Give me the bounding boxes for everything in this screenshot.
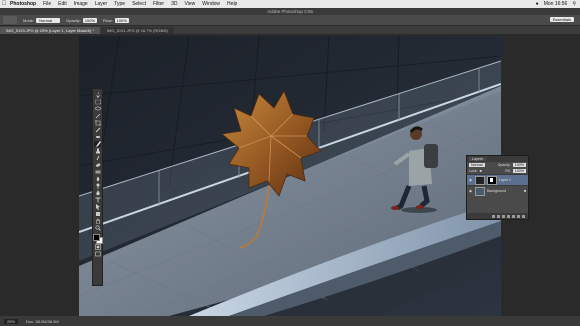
eyedropper-tool-icon[interactable] (94, 127, 101, 133)
opacity-field[interactable]: 100% (82, 17, 98, 23)
type-tool-icon[interactable] (94, 197, 101, 203)
zoom-level[interactable]: 25% (4, 318, 19, 324)
flow-field[interactable]: 100% (114, 17, 129, 23)
wifi-icon[interactable]: ● (536, 1, 539, 7)
new-group-icon[interactable] (512, 214, 515, 218)
document-tabs: IMG_5193.JPG @ 25% (Layer 1, Layer Mask/… (0, 26, 580, 34)
document-canvas[interactable] (79, 36, 501, 316)
menu-filter[interactable]: Filter (153, 1, 164, 7)
clone-stamp-tool-icon[interactable] (94, 148, 101, 154)
eraser-tool-icon[interactable] (94, 162, 101, 168)
eye-icon[interactable]: ◉ (469, 178, 473, 182)
tools-panel (92, 88, 103, 286)
menu-file[interactable]: File (43, 1, 51, 7)
layers-panel: Layers Normal Opacity: 100% Lock: ■ Fill… (466, 155, 529, 220)
layer-thumbnail (475, 175, 485, 185)
menu-app[interactable]: Photoshop (10, 1, 36, 7)
screen-mode-icon[interactable] (94, 251, 101, 257)
menu-select[interactable]: Select (132, 1, 146, 7)
history-brush-tool-icon[interactable] (94, 155, 101, 161)
menu-edit[interactable]: Edit (58, 1, 67, 7)
crop-tool-icon[interactable] (94, 120, 101, 126)
app-menu: Photoshop File Edit Image Layer Type Sel… (10, 1, 237, 7)
layer-thumbnail (475, 186, 485, 196)
path-selection-tool-icon[interactable] (94, 204, 101, 210)
mac-menu-bar:  Photoshop File Edit Image Layer Type S… (0, 0, 580, 8)
color-swatches[interactable] (93, 234, 103, 244)
pen-tool-icon[interactable] (94, 190, 101, 196)
move-tool-icon[interactable] (94, 92, 101, 98)
zoom-tool-icon[interactable] (94, 225, 101, 231)
menu-status-area: ● Mon 16:56 ⚲ (536, 0, 576, 8)
dodge-tool-icon[interactable] (94, 183, 101, 189)
menu-layer[interactable]: Layer (95, 1, 108, 7)
mode-label: Mode: (23, 17, 35, 23)
new-layer-icon[interactable] (517, 214, 520, 218)
foreground-color-swatch[interactable] (93, 234, 100, 241)
layer-mask-thumbnail[interactable] (487, 175, 497, 185)
opacity-label: Opacity: (66, 17, 81, 23)
add-mask-icon[interactable] (502, 214, 505, 218)
gradient-tool-icon[interactable] (94, 169, 101, 175)
healing-brush-tool-icon[interactable] (94, 134, 101, 140)
workspace-select[interactable]: Essentials (549, 17, 574, 22)
marquee-tool-icon[interactable] (94, 99, 101, 105)
brush-preset-icon[interactable] (3, 16, 17, 24)
layer-row-layer-1[interactable]: ◉ Layer 1 (467, 174, 528, 185)
photo-image (79, 36, 501, 316)
trash-icon[interactable] (522, 214, 525, 218)
menu-help[interactable]: Help (227, 1, 237, 7)
link-layers-icon[interactable] (492, 214, 495, 218)
menu-3d[interactable]: 3D (171, 1, 177, 7)
doc-size[interactable]: Doc: 38.0M/38.0M (26, 319, 59, 324)
status-bar: 25% Doc: 38.0M/38.0M (0, 316, 580, 326)
menu-view[interactable]: View (185, 1, 196, 7)
apple-icon[interactable]:  (0, 1, 8, 7)
lock-icon: ■ (523, 189, 526, 193)
tab-img-5193[interactable]: IMG_5193.JPG @ 25% (Layer 1, Layer Mask/… (0, 27, 100, 34)
blend-mode-select[interactable]: Normal (469, 163, 485, 167)
hand-tool-icon[interactable] (94, 218, 101, 224)
tab-layers[interactable]: Layers (469, 157, 486, 161)
lock-icon[interactable]: ■ (480, 169, 482, 173)
clock[interactable]: Mon 16:56 (544, 1, 568, 7)
layer-name: Background (487, 189, 507, 193)
quick-select-tool-icon[interactable] (94, 113, 101, 119)
window-title: Adobe Photoshop CS6 (0, 8, 580, 15)
tab-img-5191[interactable]: IMG_5191.JPG @ 16.7% (RGB/8) (100, 27, 174, 34)
flow-label: Flow: (103, 17, 113, 23)
mode-select[interactable]: Normal (36, 17, 61, 23)
shape-tool-icon[interactable] (94, 211, 101, 217)
adjustment-layer-icon[interactable] (507, 214, 510, 218)
layers-fill-field[interactable]: 100% (512, 169, 526, 173)
layer-name: Layer 1 (499, 178, 511, 182)
lock-label: Lock: (469, 169, 478, 173)
quick-mask-icon[interactable] (94, 244, 101, 250)
layers-fill-label: Fill: (505, 169, 511, 173)
menu-window[interactable]: Window (202, 1, 220, 7)
menu-image[interactable]: Image (74, 1, 88, 7)
eye-icon[interactable]: ◉ (469, 189, 473, 193)
layers-opacity-field[interactable]: 100% (512, 163, 526, 167)
layer-row-background[interactable]: ◉ Background ■ (467, 185, 528, 196)
layers-panel-footer (467, 213, 528, 219)
search-icon[interactable]: ⚲ (572, 1, 576, 7)
lasso-tool-icon[interactable] (94, 106, 101, 112)
fx-icon[interactable] (497, 214, 500, 218)
options-bar: Mode: Normal Opacity: 100% Flow: 100% Es… (0, 15, 580, 26)
menu-type[interactable]: Type (114, 1, 125, 7)
brush-tool-icon[interactable] (94, 141, 101, 147)
layers-opacity-label: Opacity: (497, 163, 511, 167)
blur-tool-icon[interactable] (94, 176, 101, 182)
